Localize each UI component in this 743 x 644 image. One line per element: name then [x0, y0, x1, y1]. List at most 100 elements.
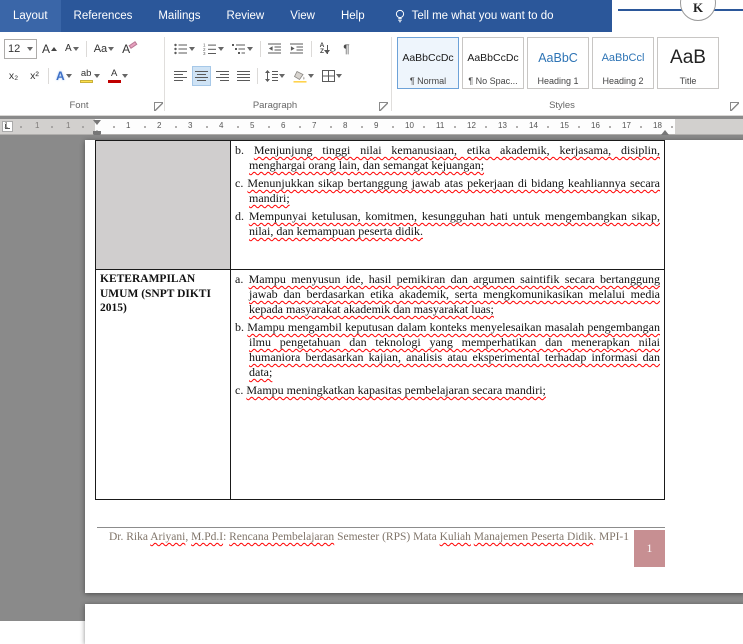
left-indent-marker[interactable] — [93, 131, 101, 134]
style-title[interactable]: AaB Title — [657, 37, 719, 89]
list-item[interactable]: c. Menunjukkan sikap bertanggung jawab a… — [235, 176, 660, 206]
change-case-button[interactable]: Aa — [91, 39, 117, 59]
list-item-text: Mampu menyusun ide, hasil pemikiran dan … — [249, 272, 660, 316]
ruler-tick — [578, 126, 580, 128]
ruler-number: 6 — [281, 122, 285, 130]
sort-arrow-icon — [327, 45, 328, 54]
tab-review[interactable]: Review — [214, 0, 278, 32]
ruler-number: 8 — [343, 122, 347, 130]
group-separator — [164, 37, 165, 111]
font-size-select[interactable]: 12 — [4, 39, 37, 59]
footer-text-segment: Dr. Rika — [109, 531, 150, 543]
line-spacing-button[interactable] — [262, 66, 288, 86]
svg-text:3: 3 — [203, 51, 206, 55]
font-color-button[interactable]: A — [105, 66, 131, 86]
shrink-font-button[interactable]: A — [62, 39, 82, 59]
page-footer[interactable]: Dr. Rika Ariyani, M.Pd.I: Rencana Pembel… — [97, 527, 665, 567]
ruler-tick — [113, 126, 115, 128]
style-sample: AaBbCcl — [602, 40, 645, 76]
table-content-cell[interactable]: a. Mampu menyusun ide, hasil pemikiran d… — [231, 270, 665, 500]
ruler-number: 12 — [467, 122, 476, 130]
list-item[interactable]: c. Mampu meningkatkan kapasitas pembelaj… — [235, 383, 660, 398]
ruler-number: 13 — [498, 122, 507, 130]
list-item[interactable]: d. Mempunyai ketulusan, komitmen, kesung… — [235, 209, 660, 239]
subscript-glyph: x₂ — [9, 71, 18, 82]
tab-view[interactable]: View — [277, 0, 328, 32]
multilevel-list-icon — [232, 43, 246, 55]
tab-mailings[interactable]: Mailings — [145, 0, 213, 32]
numbering-button[interactable]: 1 2 3 — [200, 39, 227, 59]
footer-text[interactable]: Dr. Rika Ariyani, M.Pd.I: Rencana Pembel… — [106, 530, 634, 544]
ruler-number: 9 — [374, 122, 378, 130]
multilevel-list-button[interactable] — [229, 39, 256, 59]
sort-button[interactable]: AZ — [316, 39, 335, 59]
align-right-button[interactable] — [213, 66, 232, 86]
chevron-down-icon — [27, 47, 33, 54]
avatar-circle[interactable]: K — [680, 0, 716, 21]
style-heading-1[interactable]: AaBbC Heading 1 — [527, 37, 589, 89]
paragraph-dialog-launcher[interactable] — [379, 102, 388, 111]
tab-layout[interactable]: Layout — [0, 0, 61, 32]
justify-button[interactable] — [234, 66, 253, 86]
text-effects-glyph: A — [56, 70, 65, 82]
increase-indent-button[interactable] — [287, 39, 307, 59]
align-right-icon — [216, 71, 229, 82]
align-center-icon — [195, 71, 208, 82]
font-dialog-launcher[interactable] — [154, 102, 163, 111]
list-item[interactable]: b. Mampu mengambil keputusan dalam konte… — [235, 320, 660, 380]
list-item[interactable]: a. Mampu menyusun ide, hasil pemikiran d… — [235, 272, 660, 317]
lightbulb-icon — [394, 9, 406, 24]
list-marker: d. — [235, 209, 244, 223]
footer-text-segment: . MPI-1 — [593, 531, 629, 543]
styles-dialog-launcher[interactable] — [730, 102, 739, 111]
style-name: ¶ No Spac... — [468, 76, 517, 86]
page-number-badge[interactable]: 1 — [634, 530, 665, 567]
ruler-number: 14 — [529, 122, 538, 130]
next-page[interactable] — [85, 604, 743, 644]
align-left-button[interactable] — [171, 66, 190, 86]
ruler-number: 1 — [35, 122, 39, 130]
tell-me-box[interactable]: Tell me what you want to do — [394, 9, 554, 24]
avatar-initial: K — [693, 0, 703, 16]
subscript-button[interactable]: x₂ — [4, 66, 23, 86]
grow-font-button[interactable]: A — [39, 39, 60, 59]
style-sample: AaB — [670, 40, 706, 76]
decrease-indent-button[interactable] — [265, 39, 285, 59]
bullets-button[interactable] — [171, 39, 198, 59]
ruler-tick — [206, 126, 208, 128]
style-no-spacing[interactable]: AaBbCcDc ¶ No Spac... — [462, 37, 524, 89]
separator — [48, 68, 49, 84]
shading-button[interactable] — [290, 66, 317, 86]
ruler-tick — [237, 126, 239, 128]
tab-references[interactable]: References — [61, 0, 146, 32]
tab-help[interactable]: Help — [328, 0, 378, 32]
superscript-button[interactable]: x² — [25, 66, 44, 86]
highlight-color-button[interactable]: ab — [77, 66, 103, 86]
caret-down-icon — [73, 47, 79, 54]
ruler-tick — [671, 126, 673, 128]
list-item[interactable]: b. Menjunjung tinggi nilai kemanusiaan, … — [235, 143, 660, 173]
clear-formatting-button[interactable]: A — [119, 39, 140, 59]
text-effects-button[interactable]: A — [53, 66, 75, 86]
style-normal[interactable]: AaBbCcDc ¶ Normal — [397, 37, 459, 89]
chevron-down-icon — [66, 74, 72, 81]
style-heading-2[interactable]: AaBbCcl Heading 2 — [592, 37, 654, 89]
list-item-text: Mempunyai ketulusan, komitmen, kesungguh… — [249, 209, 660, 238]
align-center-button[interactable] — [192, 66, 211, 86]
ruler-number: 15 — [560, 122, 569, 130]
borders-button[interactable] — [319, 66, 345, 86]
table-header-cell[interactable] — [96, 141, 231, 270]
ruler-tick — [485, 126, 487, 128]
change-case-glyph: Aa — [94, 44, 107, 55]
show-formatting-button[interactable]: ¶ — [337, 39, 356, 59]
ruler-tick — [299, 126, 301, 128]
document-page[interactable]: b. Menjunjung tinggi nilai kemanusiaan, … — [85, 140, 743, 593]
right-indent-marker[interactable] — [661, 126, 669, 135]
outdent-icon — [268, 43, 282, 55]
table-header-cell[interactable]: KETERAMPILAN UMUM (SNPT DIKTI 2015) — [96, 270, 231, 500]
bullet-list-icon — [174, 43, 188, 55]
ruler-tick — [51, 126, 53, 128]
ruler-tick — [516, 126, 518, 128]
separator — [86, 41, 87, 57]
table-content-cell[interactable]: b. Menjunjung tinggi nilai kemanusiaan, … — [231, 141, 665, 270]
